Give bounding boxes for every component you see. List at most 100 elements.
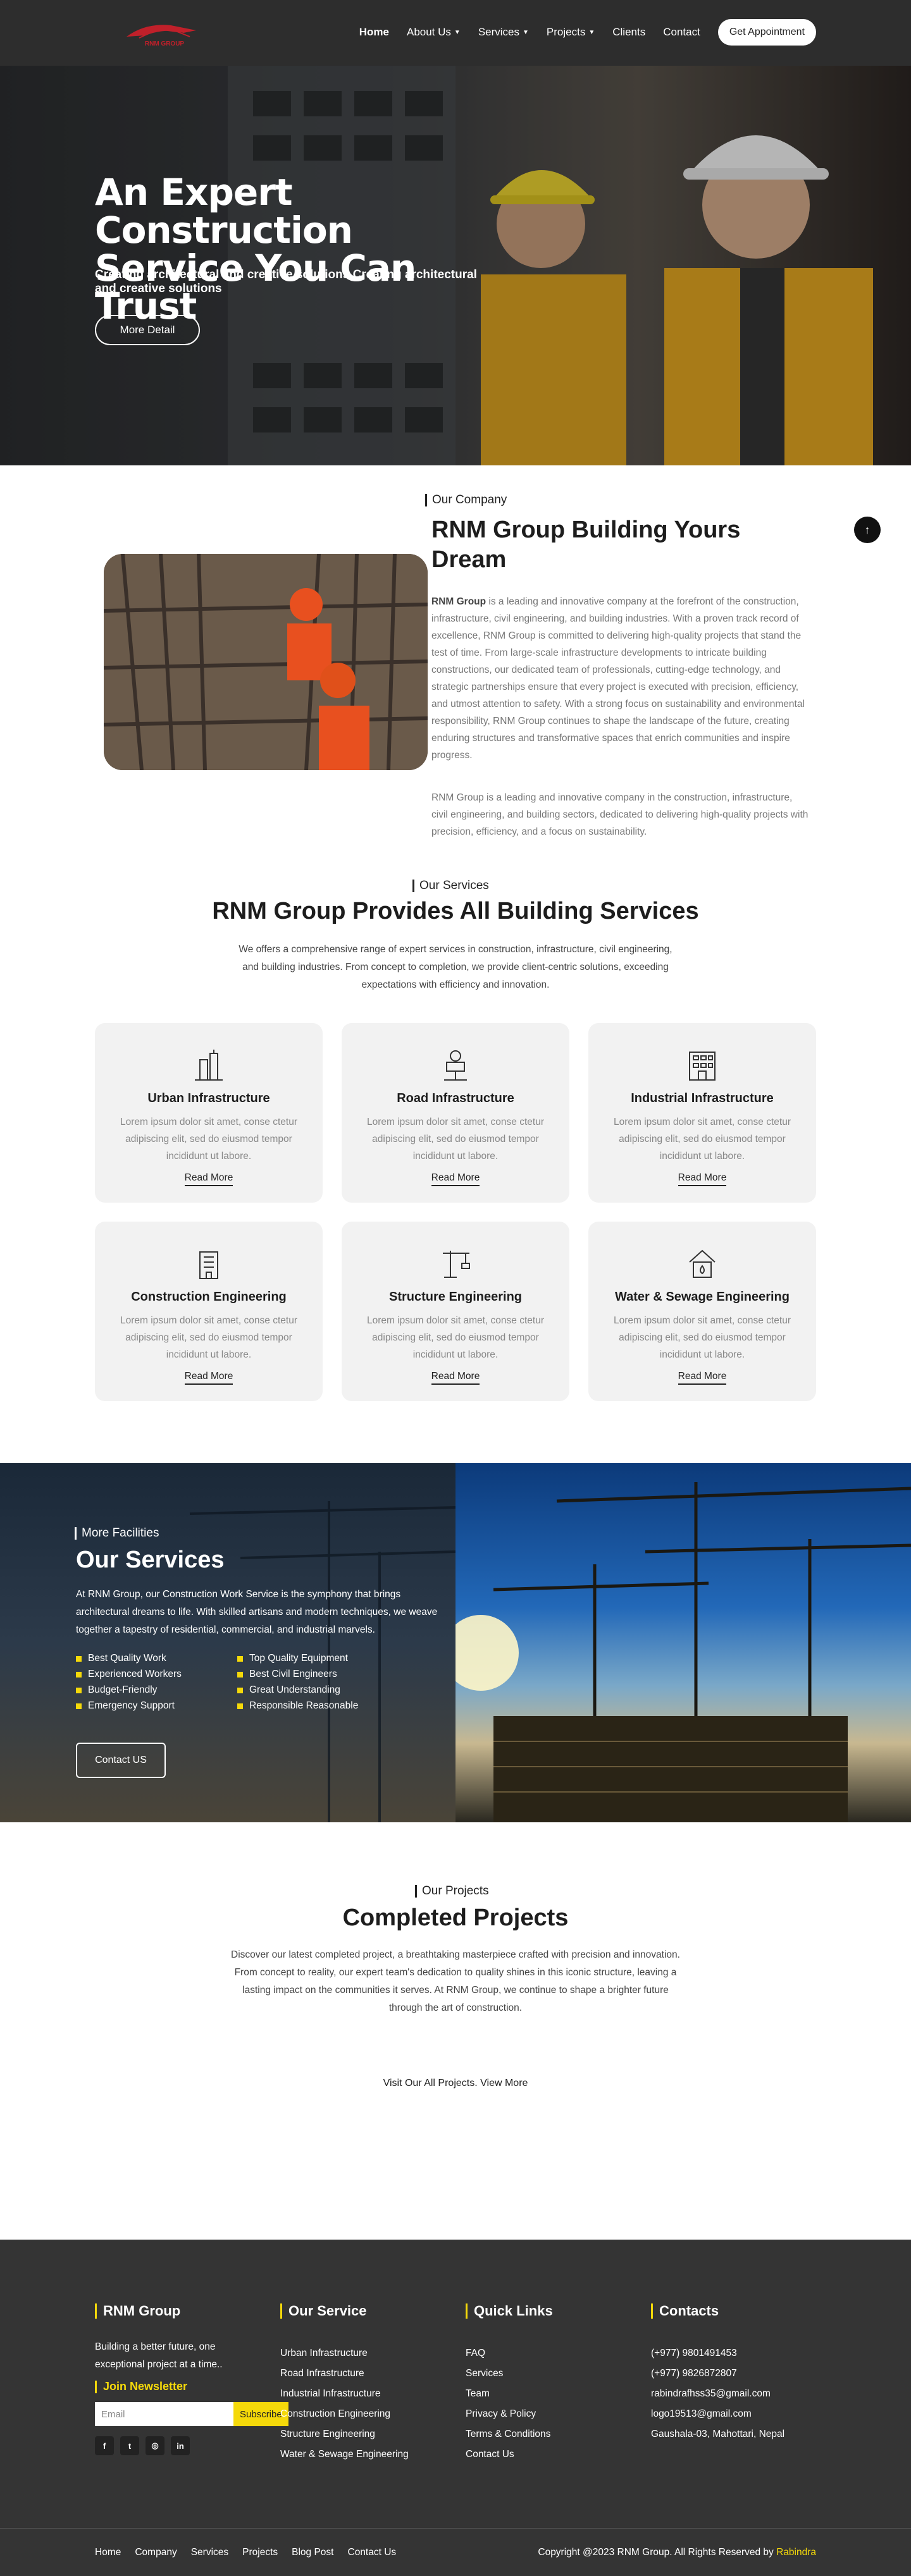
projects-kicker: Our Projects bbox=[415, 1884, 489, 1898]
footer-bottom-link[interactable]: Blog Post bbox=[292, 2547, 333, 2558]
contact-us-button[interactable]: Contact US bbox=[76, 1743, 166, 1778]
scroll-to-top-button[interactable]: ↑ bbox=[854, 517, 881, 543]
services-title: RNM Group Provides All Building Services bbox=[212, 898, 699, 924]
main-nav: Home About Us ▼ Services ▼ Projects ▼ Clients Co… bbox=[350, 19, 816, 46]
copyright-author[interactable]: Rabindra bbox=[776, 2547, 816, 2558]
service-card-text: Lorem ipsum dolor sit amet, conse ctetur… bbox=[367, 1117, 544, 1162]
footer-contact-item: logo19513@gmail.com bbox=[651, 2408, 752, 2419]
chevron-down-icon: ▼ bbox=[523, 28, 529, 36]
service-card: Road Infrastructure Lorem ipsum dolor sit… bbox=[342, 1023, 569, 1203]
service-card: Structure Engineering Lorem ipsum dolor s… bbox=[342, 1222, 569, 1401]
crane-icon bbox=[438, 1246, 473, 1281]
about-kicker: Our Company bbox=[425, 493, 507, 507]
facility-item: Best Quality Work bbox=[76, 1653, 237, 1664]
view-more-link[interactable]: View More bbox=[480, 2078, 528, 2088]
newsletter-form: Subscribe bbox=[95, 2402, 288, 2426]
facility-item: Experienced Workers bbox=[76, 1669, 237, 1680]
footer-quick-link[interactable]: Privacy & Policy bbox=[466, 2404, 553, 2424]
view-projects-line: Visit Our All Projects. View More bbox=[0, 2078, 911, 2089]
facilities-description: At RNM Group, our Construction Work Serv… bbox=[76, 1589, 438, 1635]
footer-quick-link[interactable]: Contact Us bbox=[466, 2444, 553, 2465]
newsletter-heading: Join Newsletter bbox=[95, 2380, 261, 2393]
read-more-link[interactable]: Read More bbox=[678, 1371, 727, 1385]
services-kicker: Our Services bbox=[412, 879, 489, 893]
footer-bottom-link[interactable]: Company bbox=[135, 2547, 177, 2558]
footer-contact-item: rabindrafhss35@gmail.com bbox=[651, 2388, 771, 2399]
copyright: Copyright @2023 RNM Group. All Rights Re… bbox=[538, 2547, 816, 2558]
footer-brand: RNM Group bbox=[95, 2303, 261, 2319]
service-card-title: Industrial Infrastructure bbox=[631, 1091, 774, 1105]
footer-service-link[interactable]: Urban Infrastructure bbox=[280, 2343, 409, 2364]
footer-service-links: Urban Infrastructure Road Infrastructure I… bbox=[280, 2343, 409, 2465]
read-more-link[interactable]: Read More bbox=[678, 1172, 727, 1186]
urban-tower-icon bbox=[191, 1047, 226, 1083]
cranes-image bbox=[443, 1463, 911, 1822]
about-title: RNM Group Building Yours Dream bbox=[431, 517, 741, 573]
footer-service-link[interactable]: Structure Engineering bbox=[280, 2424, 409, 2444]
hero-section: An Expert Construction Service You Can T… bbox=[0, 66, 911, 465]
facilities-kicker: More Facilities bbox=[75, 1526, 159, 1540]
footer-service-link[interactable]: Construction Engineering bbox=[280, 2404, 409, 2424]
read-more-link[interactable]: Read More bbox=[184, 1371, 233, 1385]
nav-item-label: Services bbox=[478, 26, 520, 38]
chevron-down-icon: ▼ bbox=[588, 28, 595, 36]
footer-quick-link[interactable]: FAQ bbox=[466, 2343, 553, 2364]
facility-item: Best Civil Engineers bbox=[237, 1669, 399, 1680]
footer-quick-links: FAQ Services Team Privacy & Policy Terms & C… bbox=[466, 2343, 553, 2465]
footer-about: Building a better future, one exceptiona… bbox=[95, 2341, 223, 2370]
footer-bottom-links: Home Company Services Projects Blog Post Cont… bbox=[95, 2547, 396, 2558]
footer-contact-item: (+977) 9826872807 bbox=[651, 2368, 737, 2379]
newsletter-email-input[interactable] bbox=[95, 2402, 233, 2426]
read-more-link[interactable]: Read More bbox=[184, 1172, 233, 1186]
footer-bottom-link[interactable]: Projects bbox=[242, 2547, 278, 2558]
service-card-title: Road Infrastructure bbox=[397, 1091, 514, 1105]
facilities-title: Our Services bbox=[76, 1547, 225, 1573]
site-header: RNM GROUP Home About Us ▼ Services ▼ Projects… bbox=[0, 0, 911, 66]
read-more-link[interactable]: Read More bbox=[431, 1371, 480, 1385]
service-card: Construction Engineering Lorem ipsum dolo… bbox=[95, 1222, 323, 1401]
facility-item: Emergency Support bbox=[76, 1700, 237, 1712]
nav-item-label: Contact bbox=[663, 26, 700, 38]
site-footer: RNM Group Building a better future, one … bbox=[0, 2240, 911, 2576]
construction-building-icon bbox=[191, 1246, 226, 1281]
footer-bottom-link[interactable]: Contact Us bbox=[348, 2547, 397, 2558]
nav-item-services[interactable]: Services ▼ bbox=[469, 26, 538, 39]
nav-item-projects[interactable]: Projects ▼ bbox=[538, 26, 604, 39]
footer-bottom-link[interactable]: Services bbox=[191, 2547, 228, 2558]
linkedin-icon[interactable]: in bbox=[171, 2436, 190, 2455]
footer-contact-heading: Contacts bbox=[651, 2303, 784, 2319]
service-card-text: Lorem ipsum dolor sit amet, conse ctetur… bbox=[614, 1315, 791, 1360]
about-image bbox=[104, 554, 428, 770]
facilities-section: More Facilities Our Services At RNM Grou… bbox=[0, 1463, 911, 1822]
footer-quick-heading: Quick Links bbox=[466, 2303, 553, 2319]
nav-item-label: About Us bbox=[406, 26, 451, 38]
service-card: Industrial Infrastructure Lorem ipsum dol… bbox=[588, 1023, 816, 1203]
footer-quick-link[interactable]: Services bbox=[466, 2364, 553, 2384]
footer-quick-link[interactable]: Team bbox=[466, 2384, 553, 2404]
nav-item-about-us[interactable]: About Us ▼ bbox=[398, 26, 469, 39]
services-grid: Urban Infrastructure Lorem ipsum dolor si… bbox=[95, 1023, 816, 1401]
facilities-list: Best Quality Work Top Quality Equipment Ex… bbox=[76, 1653, 392, 1712]
view-projects-prefix: Visit Our All Projects. bbox=[383, 2078, 478, 2088]
nav-item-home[interactable]: Home bbox=[350, 26, 398, 39]
company-logo[interactable]: RNM GROUP bbox=[120, 18, 209, 49]
footer-service-link[interactable]: Water & Sewage Engineering bbox=[280, 2444, 409, 2465]
footer-divider bbox=[0, 2528, 911, 2529]
service-card: Water & Sewage Engineering Lorem ipsum do… bbox=[588, 1222, 816, 1401]
footer-quick-column: Quick Links FAQ Services Team Privacy & Pol… bbox=[466, 2303, 553, 2465]
read-more-link[interactable]: Read More bbox=[431, 1172, 480, 1186]
instagram-icon[interactable]: ◎ bbox=[146, 2436, 164, 2455]
nav-item-clients[interactable]: Clients bbox=[604, 26, 654, 39]
footer-service-link[interactable]: Industrial Infrastructure bbox=[280, 2384, 409, 2404]
nav-item-contact[interactable]: Contact bbox=[654, 26, 709, 39]
twitter-icon[interactable]: t bbox=[120, 2436, 139, 2455]
service-card-text: Lorem ipsum dolor sit amet, conse ctetur… bbox=[614, 1117, 791, 1162]
chevron-down-icon: ▼ bbox=[454, 28, 461, 36]
facility-item: Budget-Friendly bbox=[76, 1684, 237, 1696]
facebook-icon[interactable]: f bbox=[95, 2436, 114, 2455]
footer-quick-link[interactable]: Terms & Conditions bbox=[466, 2424, 553, 2444]
get-appointment-button[interactable]: Get Appointment bbox=[717, 19, 816, 46]
more-detail-button[interactable]: More Detail bbox=[95, 315, 200, 345]
footer-service-link[interactable]: Road Infrastructure bbox=[280, 2364, 409, 2384]
footer-bottom-link[interactable]: Home bbox=[95, 2547, 121, 2558]
